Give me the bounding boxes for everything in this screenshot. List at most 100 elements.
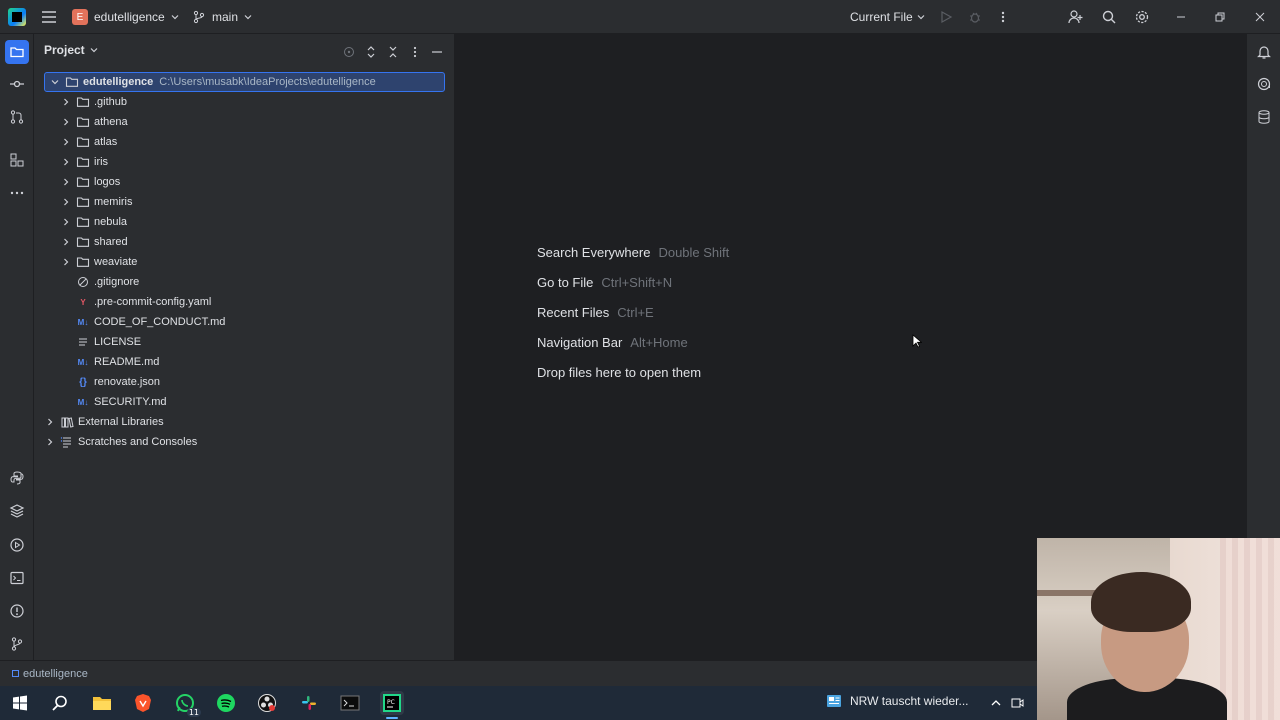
chevron-down-icon [171, 15, 179, 20]
run-configuration-selector[interactable]: Current File [850, 7, 925, 27]
pull-requests-tool-button[interactable] [5, 105, 29, 129]
chevron-down-icon[interactable] [49, 76, 61, 88]
python-packages-tool-button[interactable] [5, 466, 29, 490]
structure-tool-button[interactable] [5, 148, 29, 172]
slack-icon[interactable] [297, 691, 321, 715]
layers-tool-button[interactable] [5, 499, 29, 523]
hint-go-to-file[interactable]: Go to File Ctrl+Shift+N [537, 275, 672, 290]
locate-file-icon[interactable] [340, 43, 358, 61]
folder-icon [76, 175, 90, 189]
tree-file-node[interactable]: M↓ CODE_OF_CONDUCT.md [76, 312, 226, 332]
branch-switcher[interactable]: main [192, 7, 252, 27]
tree-file-node[interactable]: M↓ README.md [76, 352, 160, 372]
mouse-cursor-icon [912, 334, 922, 348]
tree-folder-node[interactable]: logos [60, 172, 120, 192]
brave-browser-icon[interactable] [131, 691, 155, 715]
terminal-tool-button[interactable] [5, 566, 29, 590]
tree-folder-node[interactable]: atlas [60, 132, 117, 152]
more-horizontal-icon [10, 191, 24, 195]
collapse-all-icon[interactable] [384, 43, 402, 61]
minimize-window-icon[interactable] [1172, 8, 1190, 26]
json-icon: {} [79, 376, 87, 388]
close-window-icon[interactable] [1251, 8, 1269, 26]
tree-folder-node[interactable]: nebula [60, 212, 127, 232]
hint-label: Go to File [537, 275, 594, 290]
chevron-right-icon[interactable] [60, 216, 72, 228]
title-bar: E edutelligence main Current File [0, 0, 1280, 34]
run-icon[interactable] [937, 8, 955, 26]
yaml-icon: Y [80, 297, 86, 307]
git-tool-button[interactable] [5, 632, 29, 656]
tree-file-node[interactable]: {} renovate.json [76, 372, 160, 392]
chevron-right-icon[interactable] [60, 176, 72, 188]
branch-name: main [212, 10, 239, 24]
tree-folder-node[interactable]: shared [60, 232, 128, 252]
whatsapp-icon[interactable]: 11 [173, 691, 201, 717]
markdown-icon: M↓ [77, 357, 89, 367]
hint-search-everywhere[interactable]: Search Everywhere Double Shift [537, 245, 729, 260]
services-tool-button[interactable] [5, 533, 29, 557]
tree-folder-node[interactable]: .github [60, 92, 127, 112]
tree-file-node[interactable]: Y .pre-commit-config.yaml [76, 292, 211, 312]
chevron-right-icon[interactable] [60, 256, 72, 268]
tree-root-node[interactable]: edutelligence C:\Users\musabk\IdeaProjec… [44, 72, 445, 92]
windows-start-icon[interactable] [8, 691, 32, 715]
restore-window-icon[interactable] [1211, 8, 1229, 26]
project-badge: E [72, 9, 88, 25]
chevron-right-icon[interactable] [60, 196, 72, 208]
obs-recorder-icon[interactable] [255, 691, 279, 715]
more-tool-windows-button[interactable] [5, 181, 29, 205]
folder-name: athena [94, 116, 128, 128]
tree-folder-node[interactable]: iris [60, 152, 108, 172]
project-tool-button[interactable] [5, 40, 29, 64]
commit-tool-button[interactable] [5, 72, 29, 96]
file-explorer-icon[interactable] [90, 691, 114, 715]
spotify-icon[interactable] [214, 691, 238, 715]
chevron-right-icon[interactable] [60, 236, 72, 248]
tree-file-node[interactable]: .gitignore [76, 272, 139, 292]
tree-scratches-node[interactable]: Scratches and Consoles [44, 432, 197, 452]
tree-folder-node[interactable]: athena [60, 112, 128, 132]
database-tool-button[interactable] [1252, 105, 1276, 129]
more-vertical-icon[interactable] [994, 8, 1012, 26]
news-icon [827, 695, 841, 707]
search-icon[interactable] [48, 691, 72, 715]
run-config-label: Current File [850, 10, 913, 24]
hint-label: Navigation Bar [537, 335, 623, 350]
chevron-right-icon[interactable] [60, 116, 72, 128]
chevron-right-icon[interactable] [60, 156, 72, 168]
project-switcher[interactable]: E edutelligence [72, 7, 179, 27]
pycharm-icon[interactable]: PC [380, 691, 404, 719]
terminal-icon[interactable] [338, 691, 362, 715]
hint-recent-files[interactable]: Recent Files Ctrl+E [537, 305, 654, 320]
debug-icon[interactable] [966, 8, 984, 26]
chevron-right-icon[interactable] [60, 96, 72, 108]
webcam-person-hair [1091, 572, 1191, 632]
problems-tool-button[interactable] [5, 599, 29, 623]
expand-all-icon[interactable] [362, 43, 380, 61]
settings-gear-icon[interactable] [1133, 8, 1151, 26]
search-icon[interactable] [1100, 8, 1118, 26]
status-breadcrumb[interactable]: edutelligence [23, 668, 88, 680]
ide-logo-icon[interactable] [8, 8, 26, 26]
tree-folder-node[interactable]: memiris [60, 192, 133, 212]
code-with-me-icon[interactable] [1067, 8, 1085, 26]
hint-navigation-bar[interactable]: Navigation Bar Alt+Home [537, 335, 688, 350]
news-widget[interactable]: NRW tauscht wieder... [826, 694, 969, 708]
tree-folder-node[interactable]: weaviate [60, 252, 137, 272]
project-view-selector[interactable]: Project [44, 43, 98, 57]
ai-assistant-tool-button[interactable] [1252, 72, 1276, 96]
chevron-right-icon[interactable] [44, 416, 56, 428]
main-menu-icon[interactable] [40, 9, 58, 25]
hide-panel-icon[interactable] [428, 43, 446, 61]
tree-file-node[interactable]: M↓ SECURITY.md [76, 392, 167, 412]
ai-assistant-icon [1257, 77, 1271, 91]
tray-app-icon[interactable] [1005, 691, 1029, 715]
notifications-tool-button[interactable] [1252, 40, 1276, 64]
tree-file-node[interactable]: LICENSE [76, 332, 141, 352]
options-icon[interactable] [406, 43, 424, 61]
chevron-right-icon[interactable] [44, 436, 56, 448]
tree-external-libraries-node[interactable]: External Libraries [44, 412, 164, 432]
file-name: CODE_OF_CONDUCT.md [94, 316, 226, 328]
chevron-right-icon[interactable] [60, 136, 72, 148]
